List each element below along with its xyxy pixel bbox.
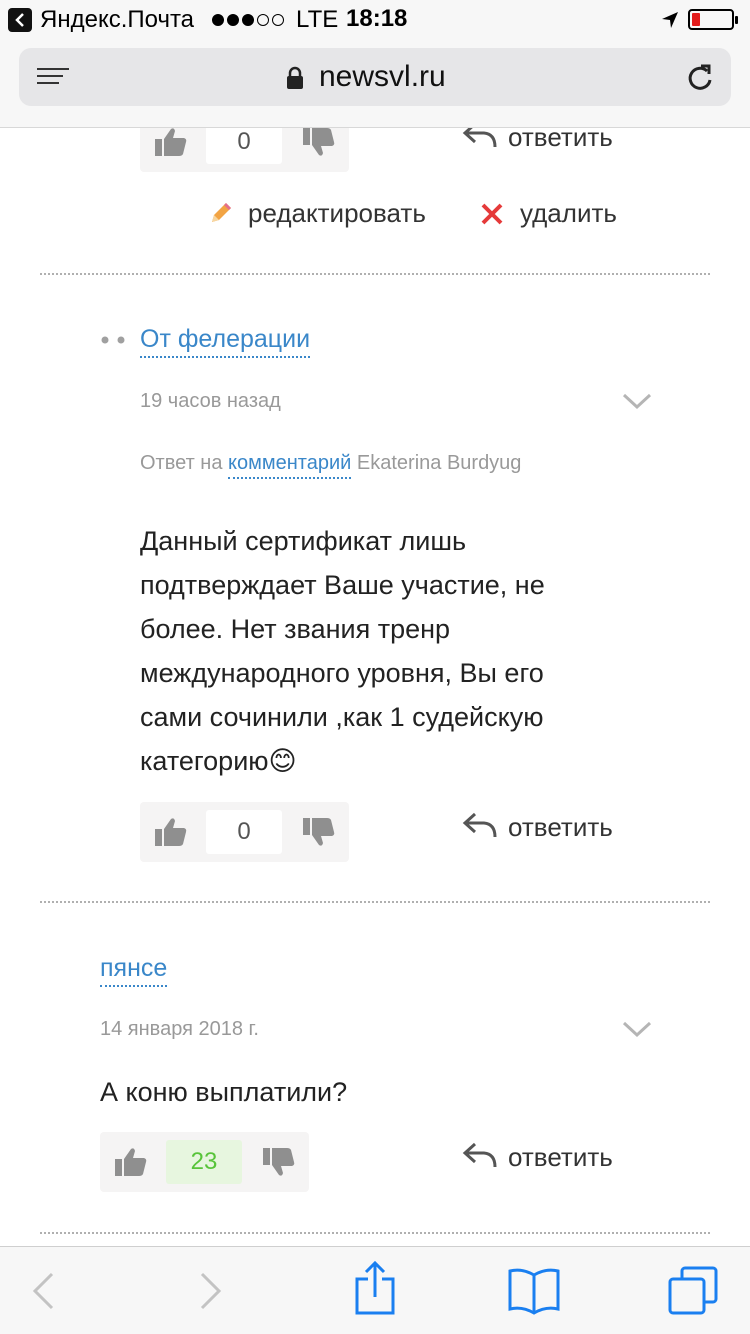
comment-text: Данный сертификат лишь подтверждает Ваше…	[140, 526, 545, 776]
back-app-label[interactable]: Яндекс.Почта	[40, 6, 194, 34]
reload-icon[interactable]	[687, 63, 715, 93]
browser-address-area: newsvl.ru	[0, 40, 750, 128]
back-icon[interactable]	[30, 1271, 56, 1311]
comment-text: А коню выплатили?	[100, 1077, 348, 1107]
reply-arrow-icon	[462, 812, 497, 838]
browser-toolbar	[0, 1246, 750, 1334]
tabs-icon[interactable]	[666, 1265, 720, 1315]
comment-separator	[40, 1232, 710, 1234]
carrier-label: LTE	[296, 6, 339, 33]
nesting-dots-icon	[100, 332, 128, 350]
delete-cross-icon	[481, 203, 503, 225]
vote-widget: 23	[100, 1132, 309, 1192]
comment-author[interactable]: пянсе	[100, 954, 168, 987]
domain-text[interactable]: newsvl.ru	[319, 60, 446, 94]
thumbs-up-icon[interactable]	[154, 816, 188, 848]
chevron-down-icon[interactable]	[622, 1020, 652, 1038]
reply-to-comment-link[interactable]: комментарий	[228, 452, 352, 479]
vote-widget: 0	[140, 802, 349, 862]
thumbs-up-icon[interactable]	[154, 128, 188, 158]
comment-separator	[40, 273, 710, 275]
signal-strength-icon	[212, 14, 284, 26]
thumbs-down-icon[interactable]	[302, 816, 336, 848]
reader-menu-icon[interactable]	[37, 68, 69, 88]
status-bar: Яндекс.Почта LTE 18:18	[0, 0, 750, 40]
vote-count: 0	[206, 128, 282, 164]
reply-to-line: Ответ на комментарий Ekaterina Burdyug	[140, 452, 521, 479]
vote-count: 0	[206, 810, 282, 854]
comment-separator	[40, 901, 710, 903]
back-to-app-button[interactable]	[8, 8, 32, 32]
location-arrow-icon	[662, 12, 678, 28]
comment-time: 19 часов назад	[140, 390, 281, 412]
thumbs-up-icon[interactable]	[114, 1146, 148, 1178]
share-icon[interactable]	[354, 1261, 396, 1317]
vote-count: 23	[166, 1140, 242, 1184]
reply-arrow-icon	[462, 1142, 497, 1168]
bookmarks-icon[interactable]	[506, 1265, 562, 1315]
thumbs-down-icon[interactable]	[302, 128, 336, 158]
comment-time: 14 января 2018 г.	[100, 1018, 259, 1040]
battery-icon	[688, 9, 738, 30]
address-bar[interactable]: newsvl.ru	[19, 48, 731, 106]
forward-icon[interactable]	[198, 1271, 224, 1311]
comment-author[interactable]: От фелерации	[140, 325, 311, 358]
lock-icon	[287, 66, 303, 89]
pencil-icon	[212, 203, 231, 222]
reply-button[interactable]: ответить	[462, 128, 642, 158]
comments-section: 0 ответить редактировать удалить От феле…	[0, 128, 750, 1246]
reply-button[interactable]: ответить	[462, 1138, 642, 1178]
vote-widget: 0	[140, 128, 349, 172]
chevron-down-icon[interactable]	[622, 392, 652, 410]
clock: 18:18	[346, 5, 408, 32]
reply-button[interactable]: ответить	[462, 808, 642, 848]
thumbs-down-icon[interactable]	[262, 1146, 296, 1178]
reply-arrow-icon	[462, 128, 497, 148]
